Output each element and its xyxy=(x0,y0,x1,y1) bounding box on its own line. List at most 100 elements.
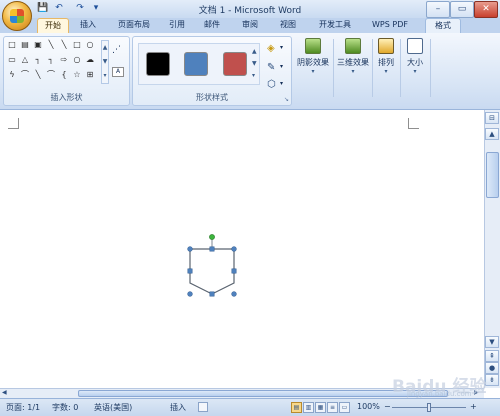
shape-option[interactable]: ⇨ xyxy=(59,55,69,65)
browse-object-button[interactable]: ● xyxy=(485,362,499,374)
undo-icon[interactable]: ↶ xyxy=(53,2,65,14)
web-layout-view-button[interactable]: ▦ xyxy=(315,402,326,413)
shape-option[interactable]: ⊞ xyxy=(85,70,95,80)
shape-option[interactable]: ▭ xyxy=(7,55,17,65)
previous-page-button[interactable]: ⇞ xyxy=(485,350,499,362)
shape-option[interactable]: ┐ xyxy=(33,55,43,65)
shape-option[interactable]: ╲ xyxy=(46,40,56,50)
tab-page-layout[interactable]: 页面布局 xyxy=(111,18,157,32)
tab-review[interactable]: 审阅 xyxy=(236,18,264,32)
shape-option[interactable]: □ xyxy=(7,40,17,50)
shapes-gallery-scroll[interactable]: ▲ ▼ ▾ xyxy=(101,40,109,84)
resize-handle-se[interactable] xyxy=(231,291,237,297)
shape-option[interactable]: { xyxy=(59,70,69,80)
tab-developer[interactable]: 开发工具 xyxy=(313,18,357,32)
document-page[interactable] xyxy=(0,110,484,388)
tab-references[interactable]: 引用 xyxy=(163,18,191,32)
shape-option[interactable]: ☁ xyxy=(85,55,95,65)
outline-dropdown-icon[interactable]: ▾ xyxy=(280,63,283,70)
arrange-button[interactable]: 排列 ▾ xyxy=(374,36,398,84)
pen-icon[interactable]: ✎ xyxy=(267,62,275,73)
textbox-icon[interactable]: A xyxy=(112,67,124,77)
selected-shape[interactable] xyxy=(180,230,244,300)
shape-option[interactable]: ┐ xyxy=(46,55,56,65)
shape-option[interactable]: △ xyxy=(20,55,30,65)
shape-option[interactable]: ▤ xyxy=(20,40,30,50)
shape-option[interactable]: □ xyxy=(72,40,82,50)
pentagon-shape[interactable] xyxy=(189,248,235,295)
resize-handle-n[interactable] xyxy=(209,246,215,252)
language-indicator[interactable]: 英语(美国) xyxy=(94,402,132,413)
style-swatch-black[interactable] xyxy=(146,52,170,76)
resize-handle-ne[interactable] xyxy=(231,246,237,252)
status-bar: 页面: 1/1 字数: 0 英语(美国) 插入 ▤ ▥ ▦ ≡ ▭ 100% −… xyxy=(0,398,500,416)
vertical-scroll-thumb[interactable] xyxy=(486,152,499,198)
word-count[interactable]: 字数: 0 xyxy=(52,402,78,413)
full-screen-reading-view-button[interactable]: ▥ xyxy=(303,402,314,413)
maximize-button[interactable]: ▭ xyxy=(450,1,474,18)
tab-wps-pdf[interactable]: WPS PDF xyxy=(368,18,412,32)
office-button[interactable] xyxy=(2,1,32,31)
resize-handle-e[interactable] xyxy=(231,268,237,274)
shape-option[interactable]: ╲ xyxy=(33,70,43,80)
shape-option[interactable]: ⌒ xyxy=(20,70,30,80)
ribbon: □ ▤ ▣ ╲ ╲ □ ○ ▭ △ ┐ ┐ ⇨ ○ ☁ ϟ ⌒ ╲ ⌒{☆ ⊞ ▲ ▼ ▾ ⋰ A 插入形状 ▲ ▼ ▾ ◈… xyxy=(0,33,500,110)
edit-shape-icon[interactable]: ⋰ xyxy=(112,45,124,55)
insert-mode-indicator[interactable]: 插入 xyxy=(170,402,186,413)
ribbon-separator xyxy=(430,39,431,97)
macro-record-icon[interactable] xyxy=(198,402,208,412)
scroll-down-button[interactable]: ▼ xyxy=(485,336,499,348)
page-count[interactable]: 页面: 1/1 xyxy=(6,402,40,413)
minimize-button[interactable]: – xyxy=(426,1,450,18)
fill-dropdown-icon[interactable]: ▾ xyxy=(280,44,283,51)
zoom-out-button[interactable]: − xyxy=(384,402,391,411)
resize-handle-w[interactable] xyxy=(187,268,193,274)
tab-view[interactable]: 视图 xyxy=(274,18,302,32)
3d-effects-button[interactable]: 三维效果 ▾ xyxy=(334,36,372,84)
dialog-launcher-icon[interactable]: ↘ xyxy=(284,96,289,103)
shape-option[interactable]: ○ xyxy=(72,55,82,65)
zoom-in-button[interactable]: + xyxy=(470,402,477,411)
close-button[interactable]: ✕ xyxy=(474,1,498,18)
shadow-dropdown-icon: ▾ xyxy=(311,68,315,75)
tab-mailings[interactable]: 邮件 xyxy=(198,18,226,32)
group-insert-shapes: □ ▤ ▣ ╲ ╲ □ ○ ▭ △ ┐ ┐ ⇨ ○ ☁ ϟ ⌒ ╲ ⌒{☆ ⊞ ▲ ▼ ▾ ⋰ A 插入形状 xyxy=(3,36,130,106)
shape-option[interactable]: ○ xyxy=(85,40,95,50)
ruler-toggle-icon[interactable]: ⊟ xyxy=(485,112,499,124)
paint-bucket-icon[interactable]: ◈ xyxy=(267,43,275,54)
style-swatch-red[interactable] xyxy=(223,52,247,76)
change-shape-dropdown-icon[interactable]: ▾ xyxy=(280,80,283,87)
resize-handle-sw[interactable] xyxy=(187,291,193,297)
tab-insert[interactable]: 插入 xyxy=(73,18,103,32)
title-bar: 💾 ↶ ↷ ▾ 文档 1 - Microsoft Word – ▭ ✕ xyxy=(0,0,500,18)
scroll-up-button[interactable]: ▲ xyxy=(485,128,499,140)
customize-quick-access-icon[interactable]: ▾ xyxy=(90,2,102,14)
print-layout-view-button[interactable]: ▤ xyxy=(291,402,302,413)
next-page-button[interactable]: ⇟ xyxy=(485,374,499,386)
style-gallery-scroll[interactable]: ▲ ▼ ▾ xyxy=(252,46,257,82)
shape-option[interactable]: ▣ xyxy=(33,40,43,50)
redo-icon[interactable]: ↷ xyxy=(74,2,86,14)
size-button[interactable]: 大小 ▾ xyxy=(404,36,426,84)
resize-handle-s[interactable] xyxy=(209,291,215,297)
scroll-left-button[interactable]: ◀ xyxy=(2,389,7,396)
style-swatch-blue[interactable] xyxy=(184,52,208,76)
group-shape-styles: ▲ ▼ ▾ ◈ ▾ ✎ ▾ ⬡ ▾ 形状样式 ↘ xyxy=(132,36,292,106)
vertical-scrollbar[interactable]: ⊟ ▲ ▼ ⇞ ● ⇟ xyxy=(484,110,500,388)
rotation-handle[interactable] xyxy=(209,234,215,240)
zoom-level[interactable]: 100% xyxy=(357,402,380,411)
draft-view-button[interactable]: ▭ xyxy=(339,402,350,413)
save-icon[interactable]: 💾 xyxy=(37,2,49,14)
shape-option[interactable]: ╲ xyxy=(59,40,69,50)
tab-format[interactable]: 格式 xyxy=(425,18,461,34)
outline-view-button[interactable]: ≡ xyxy=(327,402,338,413)
office-logo-icon xyxy=(10,9,24,23)
zoom-slider-knob[interactable] xyxy=(427,403,431,412)
shadow-effects-button[interactable]: 阴影效果 ▾ xyxy=(294,36,332,84)
resize-handle-nw[interactable] xyxy=(187,246,193,252)
change-shape-icon[interactable]: ⬡ xyxy=(267,79,276,90)
shape-option[interactable]: ☆ xyxy=(72,70,82,80)
shape-option[interactable]: ϟ xyxy=(7,70,17,80)
shape-option[interactable]: ⌒ xyxy=(46,70,56,80)
tab-home[interactable]: 开始 xyxy=(37,18,69,34)
